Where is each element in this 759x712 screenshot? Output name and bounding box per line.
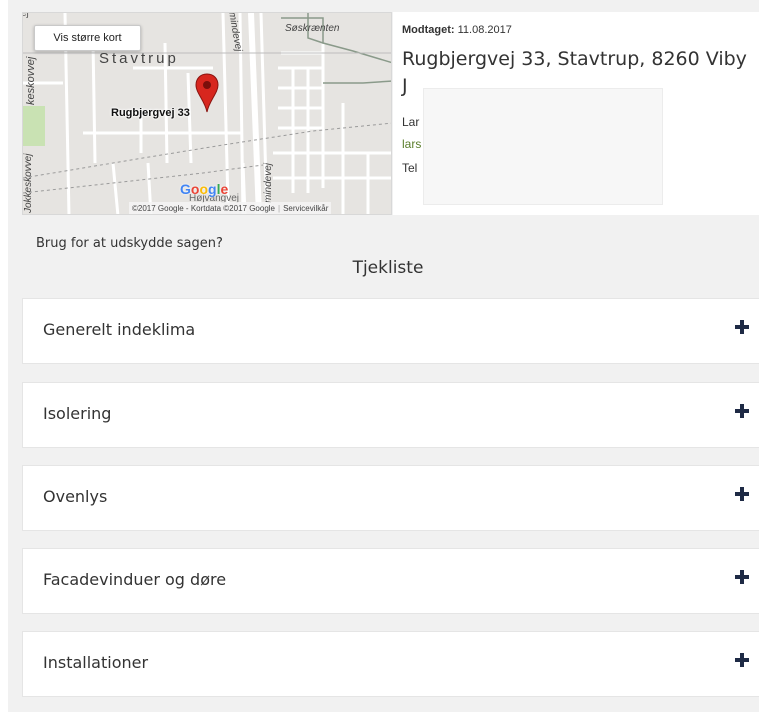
case-info-panel: Modtaget: 11.08.2017 Rugbjergvej 33, Sta…: [393, 12, 759, 215]
plus-icon[interactable]: [735, 570, 749, 584]
received-date-value: 11.08.2017: [457, 24, 512, 36]
map-terms-link[interactable]: Servicevilkår: [283, 204, 328, 213]
contact-email-link[interactable]: lars: [402, 137, 421, 151]
checklist-item-facadevinduer-og-dore[interactable]: Facadevinduer og døre: [22, 548, 759, 614]
map-pin-icon[interactable]: [195, 73, 219, 113]
map-marker-label: Rugbjergvej 33: [111, 107, 190, 119]
view-larger-map-button[interactable]: Vis større kort: [34, 25, 141, 51]
checklist-item-label: Facadevinduer og døre: [43, 570, 227, 589]
checklist-item-ovenlys[interactable]: Ovenlys: [22, 465, 759, 531]
plus-icon[interactable]: [735, 653, 749, 667]
checklist-item-label: Generelt indeklima: [43, 320, 196, 339]
checklist-item-installationer[interactable]: Installationer: [22, 631, 759, 697]
map-street-keskovvej: keskovvej: [25, 56, 37, 105]
checklist-item-generelt-indeklima[interactable]: Generelt indeklima: [22, 298, 759, 364]
received-label: Modtaget:: [402, 24, 455, 36]
checklist-title: Tjekliste: [352, 258, 424, 278]
map-copyright: ©2017 Google - Kortdata ©2017 Google: [132, 204, 275, 213]
map-street-soskraenten: Søskrænten: [285, 23, 340, 34]
plus-icon[interactable]: [735, 320, 749, 334]
checklist-item-label: Ovenlys: [43, 487, 108, 506]
map-street-kokkeskovvej: Jokkeskovvej: [23, 153, 34, 213]
map-footer: ©2017 Google - Kortdata ©2017 Google | Ser…: [129, 202, 332, 214]
google-logo: Google: [180, 181, 229, 197]
received-date: Modtaget: 11.08.2017: [402, 24, 512, 36]
contact-name: Lar: [402, 115, 420, 129]
contact-phone: Tel: [402, 161, 418, 175]
postpone-case-link[interactable]: Brug for at udskydde sagen?: [36, 236, 223, 251]
map-street-mindevej-bottom: mindevej: [263, 162, 274, 203]
location-map[interactable]: ej Stavtrup Søskrænten keskovvej Jokkesk…: [22, 12, 392, 215]
map-area-label: Stavtrup: [99, 50, 179, 67]
checklist-item-label: Isolering: [43, 404, 112, 423]
plus-icon[interactable]: [735, 404, 749, 418]
plus-icon[interactable]: [735, 487, 749, 501]
map-street-fragment: ej: [23, 12, 29, 19]
redacted-contact-block: [423, 88, 663, 205]
checklist-item-label: Installationer: [43, 653, 149, 672]
checklist-item-isolering[interactable]: Isolering: [22, 382, 759, 448]
